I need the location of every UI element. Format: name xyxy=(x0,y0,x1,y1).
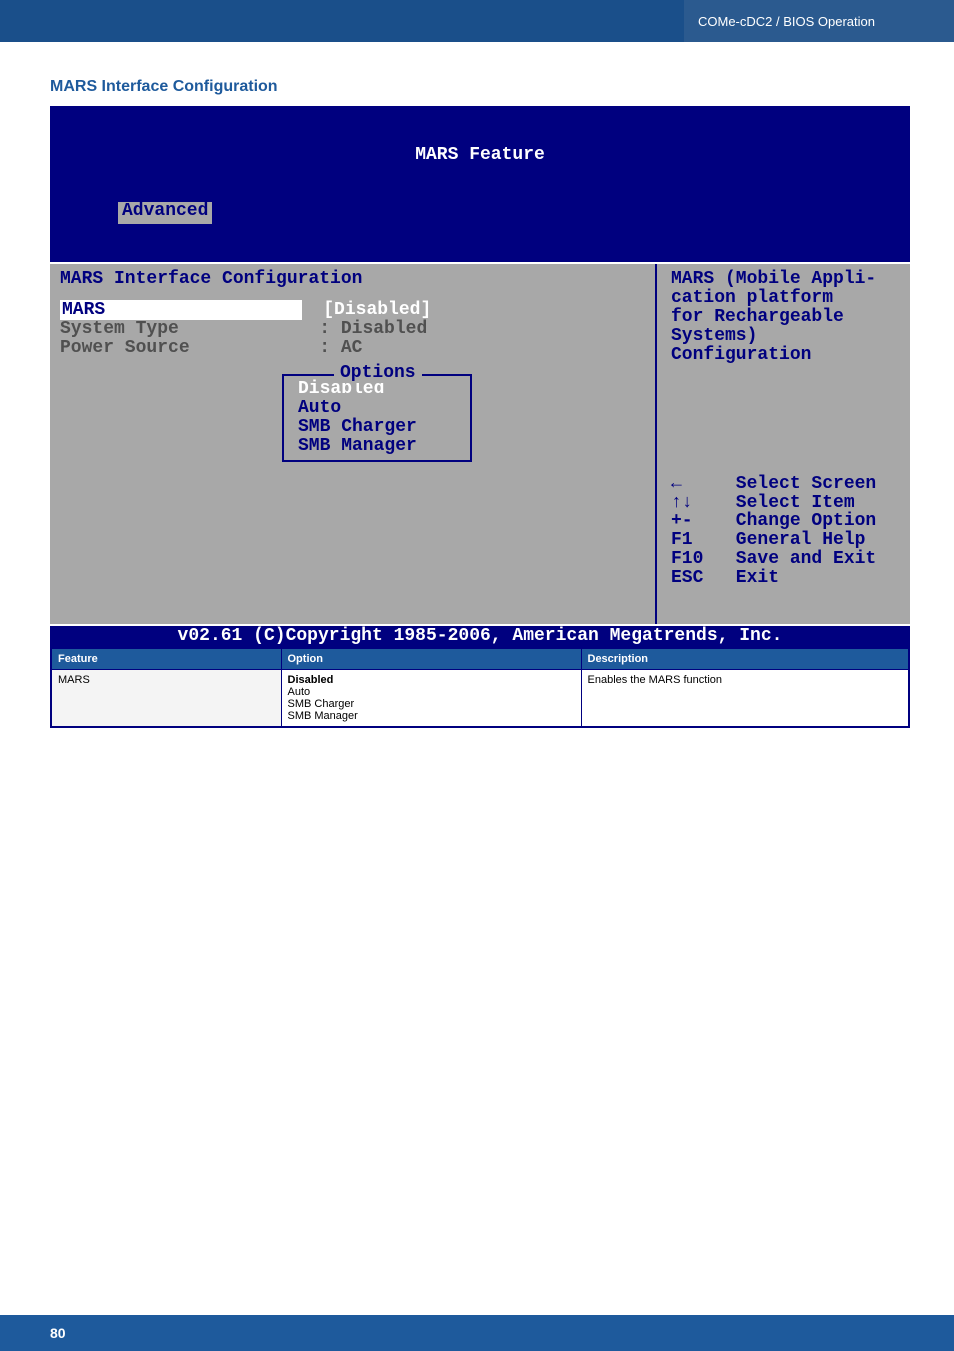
section-title: MARS Interface Configuration xyxy=(50,78,916,96)
top-header-bar: COMe-cDC2 / BIOS Operation xyxy=(0,0,954,42)
bios-help-row: ← Select Screen xyxy=(671,475,900,494)
bios-tab-row: Advanced xyxy=(58,202,902,224)
bios-setting-row[interactable]: Power Source : AC xyxy=(60,339,645,358)
bios-options-title: Options xyxy=(334,364,422,383)
bios-help-row: ↑↓ Select Item xyxy=(671,494,900,513)
bios-left-heading: MARS Interface Configuration xyxy=(60,270,645,289)
bios-left-pane: MARS Interface Configuration MARS [Disab… xyxy=(50,264,655,624)
cell-feature: MARS xyxy=(51,670,281,728)
feature-table: Feature Option Description MARSDisabledA… xyxy=(50,647,910,728)
bios-tab-advanced[interactable]: Advanced xyxy=(118,202,212,224)
bios-help-row: +- Change Option xyxy=(671,512,900,531)
page-footer: 80 xyxy=(0,1315,954,1351)
bios-setting-row[interactable]: MARS [Disabled] xyxy=(60,301,645,320)
breadcrumb: COMe-cDC2 / BIOS Operation xyxy=(684,0,954,42)
table-row: MARSDisabledAutoSMB ChargerSMB ManagerEn… xyxy=(51,670,909,728)
col-feature: Feature xyxy=(51,648,281,670)
bios-help-row: ESC Exit xyxy=(671,569,900,588)
bios-screenshot: MARS Feature Advanced MARS Interface Con… xyxy=(50,106,910,647)
bios-header: MARS Feature Advanced xyxy=(50,106,910,264)
table-header-row: Feature Option Description xyxy=(51,648,909,670)
bios-title: MARS Feature xyxy=(58,144,902,165)
bios-setting-row[interactable]: System Type : Disabled xyxy=(60,320,645,339)
bios-item-description: MARS (Mobile Appli- cation platform for … xyxy=(671,270,900,364)
page-content: MARS Interface Configuration MARS Featur… xyxy=(0,42,954,728)
bios-help-row: F1 General Help xyxy=(671,531,900,550)
bios-footer: v02.61 (C)Copyright 1985-2006, American … xyxy=(50,624,910,647)
bios-options-popup: Options DisabledAutoSMB ChargerSMB Manag… xyxy=(282,374,472,462)
bios-option-item[interactable]: SMB Manager xyxy=(298,437,460,456)
bios-option-item[interactable]: SMB Charger xyxy=(298,418,460,437)
cell-option: DisabledAutoSMB ChargerSMB Manager xyxy=(281,670,581,728)
cell-description: Enables the MARS function xyxy=(581,670,909,728)
bios-option-item[interactable]: Auto xyxy=(298,399,460,418)
page-number: 80 xyxy=(50,1325,66,1341)
col-description: Description xyxy=(581,648,909,670)
bios-help-pane: MARS (Mobile Appli- cation platform for … xyxy=(655,264,910,624)
col-option: Option xyxy=(281,648,581,670)
bios-body: MARS Interface Configuration MARS [Disab… xyxy=(50,264,910,624)
bios-help-row: F10 Save and Exit xyxy=(671,550,900,569)
bios-key-help: ← Select Screen↑↓ Select Item+- Change O… xyxy=(671,475,900,588)
